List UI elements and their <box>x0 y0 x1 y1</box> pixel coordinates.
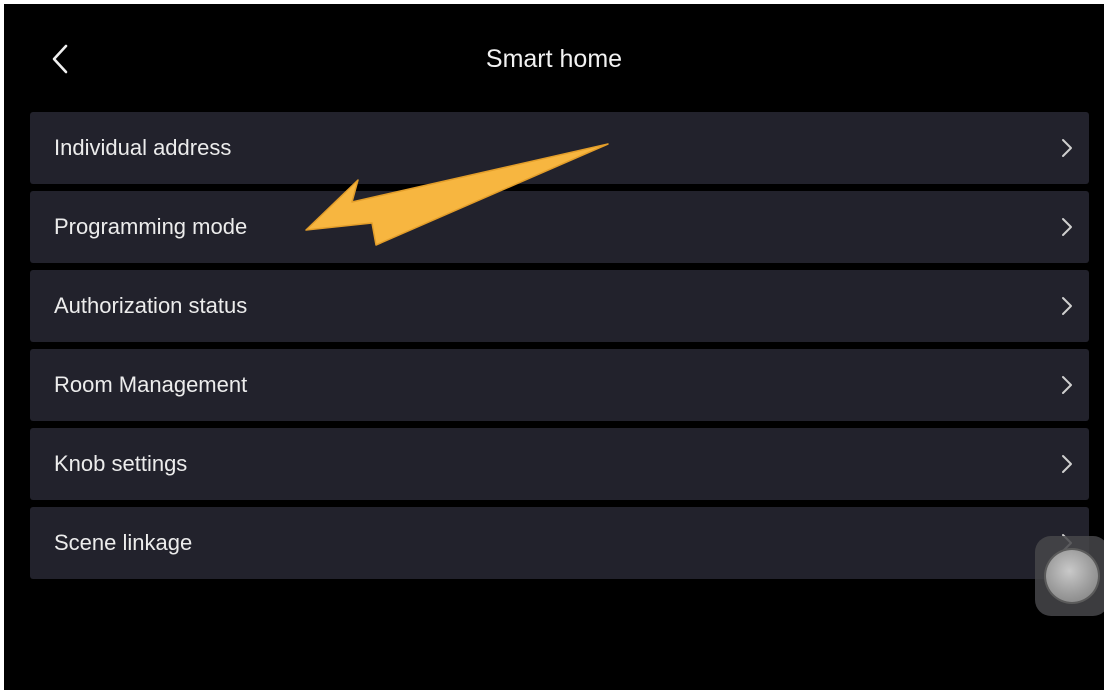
settings-menu: Individual address Programming mode Auth… <box>30 112 1089 586</box>
menu-item-scene-linkage[interactable]: Scene linkage <box>30 507 1089 579</box>
menu-item-label: Room Management <box>54 372 248 397</box>
smart-home-screen: Smart home Individual address Programmin… <box>4 4 1104 690</box>
menu-item-label: Individual address <box>54 135 232 160</box>
page-title: Smart home <box>485 45 623 73</box>
menu-item-label: Scene linkage <box>54 530 193 555</box>
header-bar: Smart home <box>4 4 1104 112</box>
menu-item-authorization-status[interactable]: Authorization status <box>30 270 1089 342</box>
menu-item-label: Authorization status <box>54 293 248 318</box>
chevron-right-icon <box>1062 218 1072 236</box>
menu-item-knob-settings[interactable]: Knob settings <box>30 428 1089 500</box>
menu-item-programming-mode[interactable]: Programming mode <box>30 191 1089 263</box>
chevron-right-icon <box>1062 376 1072 394</box>
menu-item-label: Programming mode <box>54 214 248 239</box>
chevron-right-icon <box>1062 139 1072 157</box>
chevron-right-icon <box>1062 455 1072 473</box>
chevron-right-icon <box>1062 297 1072 315</box>
menu-item-individual-address[interactable]: Individual address <box>30 112 1089 184</box>
menu-item-label: Knob settings <box>54 451 188 476</box>
menu-item-room-management[interactable]: Room Management <box>30 349 1089 421</box>
assistive-touch-icon <box>1046 550 1098 602</box>
floating-assistive-button[interactable] <box>1035 536 1104 616</box>
